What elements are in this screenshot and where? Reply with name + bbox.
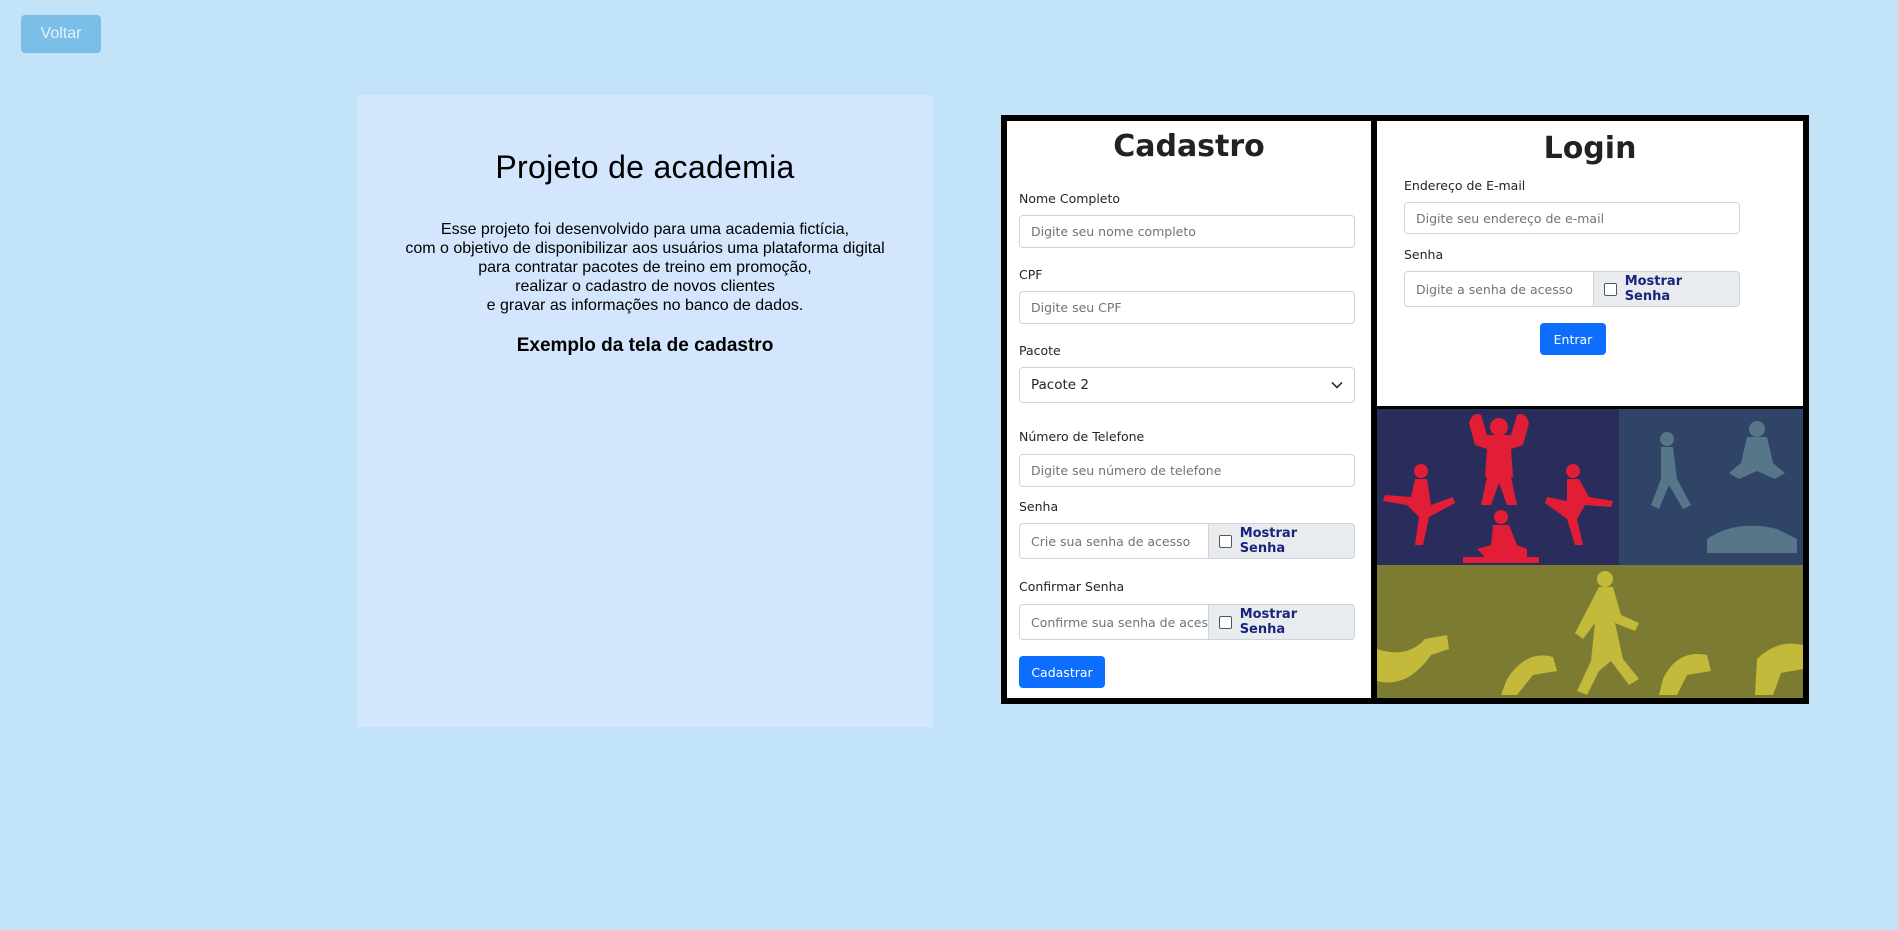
login-senha-label: Senha — [1404, 247, 1444, 262]
cpf-input[interactable]: Digite seu CPF — [1019, 291, 1355, 324]
confirmar-senha-label: Confirmar Senha — [1019, 579, 1125, 594]
back-button[interactable]: Voltar — [21, 15, 101, 53]
senha-label: Senha — [1019, 499, 1059, 514]
screenshot-caption: Exemplo da tela de cadastro — [516, 335, 774, 356]
description-line: com o objetivo de disponibilizar aos usu… — [405, 240, 885, 257]
show-password-toggle[interactable]: Mostrar Senha — [1209, 523, 1355, 559]
cadastro-title: Cadastro — [1113, 129, 1265, 164]
login-show-password-label: Mostrar Senha — [1624, 274, 1683, 304]
telefone-label: Número de Telefone — [1019, 429, 1145, 444]
email-label: Endereço de E-mail — [1404, 178, 1526, 193]
show-password-label: Mostrar Senha — [1239, 526, 1298, 556]
entrar-button[interactable]: Entrar — [1540, 323, 1606, 355]
fitness-collage-image — [1377, 409, 1803, 698]
email-input[interactable]: Digite seu endereço de e-mail — [1404, 202, 1740, 234]
login-title: Login — [1543, 131, 1637, 166]
pacote-selected-value: Pacote 2 — [1031, 377, 1089, 393]
login-senha-input[interactable]: Digite a senha de acesso — [1404, 271, 1594, 307]
login-senha-group: Digite a senha de acesso Mostrar Senha — [1404, 271, 1740, 307]
show-confirm-password-toggle[interactable]: Mostrar Senha — [1209, 604, 1355, 640]
description-line: realizar o cadastro de novos clientes — [515, 278, 775, 295]
cpf-label: CPF — [1019, 267, 1043, 282]
cadastrar-button[interactable]: Cadastrar — [1019, 656, 1105, 688]
pacote-label: Pacote — [1019, 343, 1061, 358]
project-description: Esse projeto foi desenvolvido para uma a… — [357, 220, 933, 315]
show-confirm-password-label: Mostrar Senha — [1239, 607, 1298, 637]
senha-input[interactable]: Crie sua senha de acesso — [1019, 523, 1209, 559]
fitness-collage-graphic — [1377, 409, 1803, 698]
chevron-down-icon — [1331, 381, 1343, 389]
description-line: e gravar as informações no banco de dado… — [486, 297, 804, 314]
show-password-checkbox[interactable] — [1219, 534, 1232, 548]
cadastro-form: Cadastro Nome Completo Digite seu nome c… — [1007, 121, 1371, 698]
confirmar-senha-group: Confirme sua senha de acesso Mostrar Sen… — [1019, 604, 1355, 640]
senha-group: Crie sua senha de acesso Mostrar Senha — [1019, 523, 1355, 559]
nome-label: Nome Completo — [1019, 191, 1121, 206]
confirmar-senha-input[interactable]: Confirme sua senha de acesso — [1019, 604, 1209, 640]
show-confirm-password-checkbox[interactable] — [1219, 615, 1232, 629]
description-line: para contratar pacotes de treino em prom… — [478, 259, 812, 276]
nome-input[interactable]: Digite seu nome completo — [1019, 215, 1355, 248]
telefone-input[interactable]: Digite seu número de telefone — [1019, 454, 1355, 487]
preview-frame: Cadastro Nome Completo Digite seu nome c… — [1001, 115, 1809, 704]
pacote-select[interactable]: Pacote 2 — [1019, 367, 1355, 403]
description-line: Esse projeto foi desenvolvido para uma a… — [440, 221, 850, 238]
login-form: Login Endereço de E-mail Digite seu ende… — [1377, 121, 1803, 406]
project-title: Projeto de academia — [495, 149, 795, 185]
project-info-panel: Projeto de academia Esse projeto foi des… — [357, 95, 933, 727]
login-show-password-toggle[interactable]: Mostrar Senha — [1594, 271, 1740, 307]
login-show-password-checkbox[interactable] — [1604, 282, 1617, 296]
